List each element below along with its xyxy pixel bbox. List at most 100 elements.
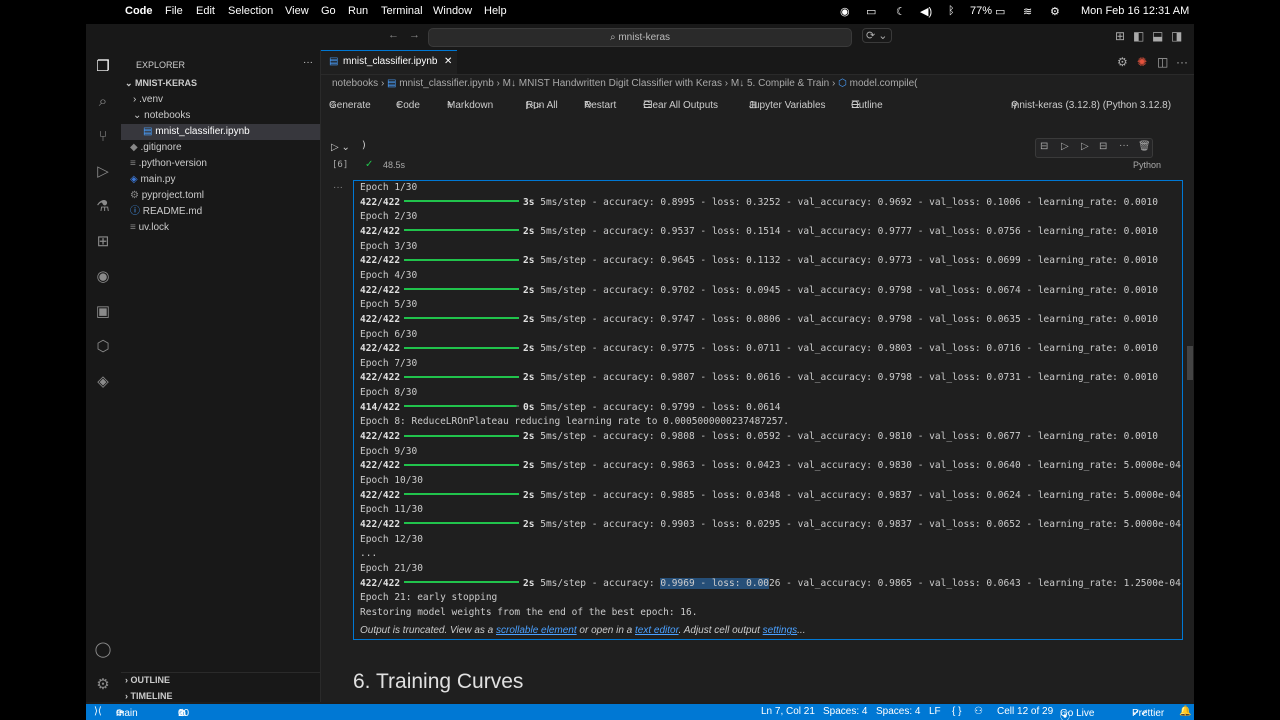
sync-icon: ⟳ [116,708,125,719]
customize-layout-icon[interactable]: ⊞ [1115,29,1125,43]
step-count: 422/422 [360,284,401,296]
account-icon[interactable]: ◯ [94,641,112,659]
testing-icon[interactable]: ⚗ [94,198,112,216]
menu-edit[interactable]: Edit [196,5,215,17]
source-control-icon[interactable]: ⑂ [94,128,112,146]
close-icon[interactable]: ✕ [444,51,452,73]
toggle-panel-icon[interactable]: ⬓ [1152,29,1163,43]
delete-cell-icon[interactable]: 🗑 [1138,141,1151,152]
tab-bar: ▤ mnist_classifier.ipynb ✕ ⚙ ✺ ◫ ··· [321,50,1194,75]
gear-icon[interactable]: ⚙ [1117,55,1128,69]
menu-go[interactable]: Go [321,5,336,17]
output-line: Epoch 8/30 [360,387,418,399]
copilot-icon[interactable]: ⟳ ⌄ [862,28,892,43]
split-editor-icon[interactable]: ◫ [1157,55,1168,69]
more-actions-icon[interactable]: ··· [1176,55,1188,69]
toggle-sidebar-icon[interactable]: ◧ [1133,29,1144,43]
wifi-icon[interactable]: ≋ [1023,5,1032,18]
containers-icon[interactable]: ⬡ [94,338,112,356]
bluetooth-icon[interactable]: ᛒ [948,5,955,17]
tree-item-gitignore[interactable]: ◆ .gitignore [130,140,182,156]
truncated-link-link1[interactable]: scrollable element [496,625,577,636]
menu-view[interactable]: View [285,5,309,17]
cell-output[interactable]: Epoch 1/30 422/422 3s 5ms/step - accuracy:… [353,180,1183,640]
truncated-link-link2[interactable]: text editor [635,625,679,636]
spark-icon[interactable]: ✺ [1137,55,1147,69]
breadcrumb-item[interactable]: mnist_classifier.ipynb [399,78,493,89]
execute-above-icon[interactable]: ⊟ [1040,141,1048,152]
run-debug-icon[interactable]: ▷ [94,163,112,181]
back-arrow-icon[interactable]: ← [388,29,399,41]
tree-item-notebooks[interactable]: ⌄ notebooks [133,108,190,124]
truncated-text: Output is truncated. View as a [360,625,497,636]
breadcrumb-item[interactable]: M↓ 5. Compile & Train [731,78,829,89]
workspace-root[interactable]: ⌄ MNIST-KERAS [125,75,197,91]
cell-indicator[interactable]: Cell 12 of 29 [997,706,1053,717]
run-below-icon[interactable]: ▷ [1081,141,1089,152]
tree-item-mnist-classifier[interactable]: ▤ mnist_classifier.ipynb [143,124,250,140]
remote-explorer-icon[interactable]: ▣ [94,303,112,321]
extensions-icon[interactable]: ⊞ [94,233,112,251]
menu-terminal[interactable]: Terminal [381,5,423,17]
code-line[interactable]: ) [361,140,367,151]
run-above-icon[interactable]: ▷ [1061,141,1069,152]
breadcrumb-item[interactable]: M↓ MNIST Handwritten Digit Classifier wi… [503,78,722,89]
control-center-icon[interactable]: ⚙ [1050,5,1060,18]
notifications-bell-icon[interactable]: 🔔 [1179,706,1191,717]
breadcrumb-item[interactable]: notebooks [332,78,378,89]
progress-bar [404,522,520,525]
copilot-status-icon[interactable]: ⚇ [974,706,983,717]
command-center[interactable]: ⌕ mnist-keras [428,28,852,47]
step-count: 422/422 [360,343,401,355]
toggle-secondary-sidebar-icon[interactable]: ◨ [1171,29,1182,43]
menu-file[interactable]: File [165,5,183,17]
progress-line: 422/422 2s 5ms/step - accuracy: 0.9885 - … [360,489,1181,503]
menu-run[interactable]: Run [348,5,368,17]
outline-section[interactable]: › OUTLINE [125,672,170,688]
remote-icon[interactable]: ⟩⟨ [94,706,102,717]
github-icon[interactable]: ◉ [94,268,112,286]
menu-selection[interactable]: Selection [228,5,273,17]
breadcrumb-item[interactable]: model.compile( [850,78,918,89]
eol[interactable]: LF [929,706,941,717]
tree-item-pyproject[interactable]: ⚙ pyproject.toml [130,188,204,204]
explorer-icon[interactable]: ❐ [94,58,112,76]
cursor-position[interactable]: Ln 7, Col 21 [761,706,815,717]
truncated-link-link3[interactable]: settings [763,625,797,636]
timeline-section[interactable]: › TIMELINE [125,688,173,704]
tab-mnist-classifier[interactable]: ▤ mnist_classifier.ipynb ✕ [321,50,457,74]
clock[interactable]: Mon Feb 16 12:31 AM [1081,5,1189,17]
indentation-2[interactable]: Spaces: 4 [876,706,920,717]
focus-moon-icon[interactable]: ☾ [896,5,906,18]
forward-arrow-icon[interactable]: → [409,29,420,41]
tree-item-readme[interactable]: ⓘ README.md [130,204,202,220]
output-more-icon[interactable]: ··· [333,182,343,193]
tree-item-python-version[interactable]: ≡ .python-version [130,156,207,172]
volume-icon[interactable]: ◀) [920,5,932,18]
split-cell-icon[interactable]: ⊟ [1099,141,1107,152]
menu-help[interactable]: Help [484,5,507,17]
indentation-1[interactable]: Spaces: 4 [823,706,867,717]
menu-window[interactable]: Window [433,5,472,17]
battery-percent: 77% [970,5,993,17]
cell-language[interactable]: Python [1133,160,1161,170]
run-cell-icon[interactable]: ▷ ⌄ [331,142,350,153]
metrics-text: 5ms/step - accuracy: 0.8995 - loss: 0.32… [540,196,1158,208]
battery-icon[interactable]: ▭ [995,5,1005,18]
progress-line: 422/422 2s 5ms/step - accuracy: 0.9969 - … [360,577,1181,591]
display-icon[interactable]: ▭ [866,5,876,18]
output-line: Epoch 21/30 [360,562,423,574]
scrollbar-thumb[interactable] [1187,346,1193,380]
more-actions-icon[interactable]: ··· [303,55,313,71]
braces-icon[interactable]: { } [952,706,961,717]
tree-item-venv[interactable]: › .venv [133,92,163,108]
tree-item-uvlock[interactable]: ≡ uv.lock [130,220,169,236]
more-icon[interactable]: ··· [1119,140,1129,151]
search-view-icon[interactable]: ⌕ [94,93,112,111]
app-menu[interactable]: Code [125,5,153,17]
record-icon[interactable]: ◉ [840,5,850,18]
manage-gear-icon[interactable]: ⚙ [94,676,112,694]
tree-item-main-py[interactable]: ◈ main.py [130,172,175,188]
python-icon[interactable]: ◈ [94,373,112,391]
metrics-text: 5ms/step - accuracy: 0.9799 - loss: 0.06… [540,401,781,413]
